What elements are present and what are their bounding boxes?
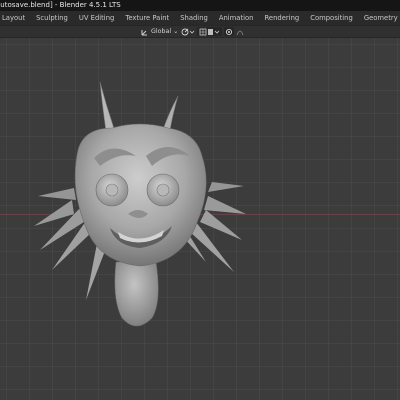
workspace-tabs: Layout Sculpting UV Editing Texture Paint Sh… (0, 11, 400, 25)
window-title: autosave.blend] - Blender 4.5.1 LTS (0, 1, 121, 9)
transform-orientation-dropdown[interactable]: Global ⌄ (151, 28, 178, 35)
snap-icon (199, 28, 219, 35)
tab-shading[interactable]: Shading (174, 12, 213, 24)
proportional-falloff-icon[interactable] (236, 28, 244, 35)
tab-rendering[interactable]: Rendering (258, 12, 304, 24)
monster-head-model[interactable] (30, 78, 250, 378)
proportional-editing-toggle[interactable] (224, 27, 234, 36)
orientation-axes-icon[interactable] (141, 28, 149, 35)
tab-compositing[interactable]: Compositing (304, 12, 358, 24)
tab-animation[interactable]: Animation (213, 12, 259, 24)
pivot-point-icon[interactable] (181, 28, 195, 35)
tab-texture-paint[interactable]: Texture Paint (119, 12, 174, 24)
tab-geometry-nodes[interactable]: Geometry Nodes (358, 12, 400, 24)
3d-viewport[interactable] (0, 38, 400, 400)
transform-orientation-label: Global (151, 27, 172, 35)
snap-toggle[interactable] (197, 27, 222, 36)
tab-layout[interactable]: Layout (0, 12, 30, 24)
tab-uv-editing[interactable]: UV Editing (73, 12, 119, 24)
proportional-editing-icon (225, 28, 233, 35)
window-titlebar: autosave.blend] - Blender 4.5.1 LTS (0, 0, 400, 11)
tab-sculpting[interactable]: Sculpting (30, 12, 73, 24)
viewport-header: Global ⌄ (0, 25, 400, 38)
chevron-down-icon: ⌄ (173, 27, 179, 35)
